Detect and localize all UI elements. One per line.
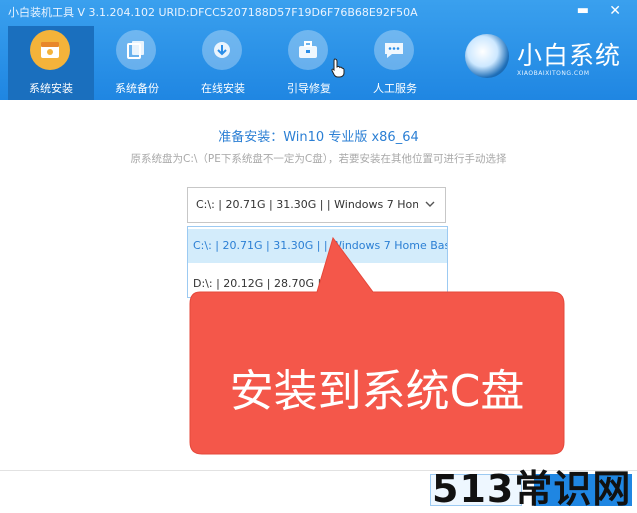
watermark: 513常识网	[432, 467, 632, 511]
callout-text: 安装到系统C盘	[229, 366, 525, 417]
